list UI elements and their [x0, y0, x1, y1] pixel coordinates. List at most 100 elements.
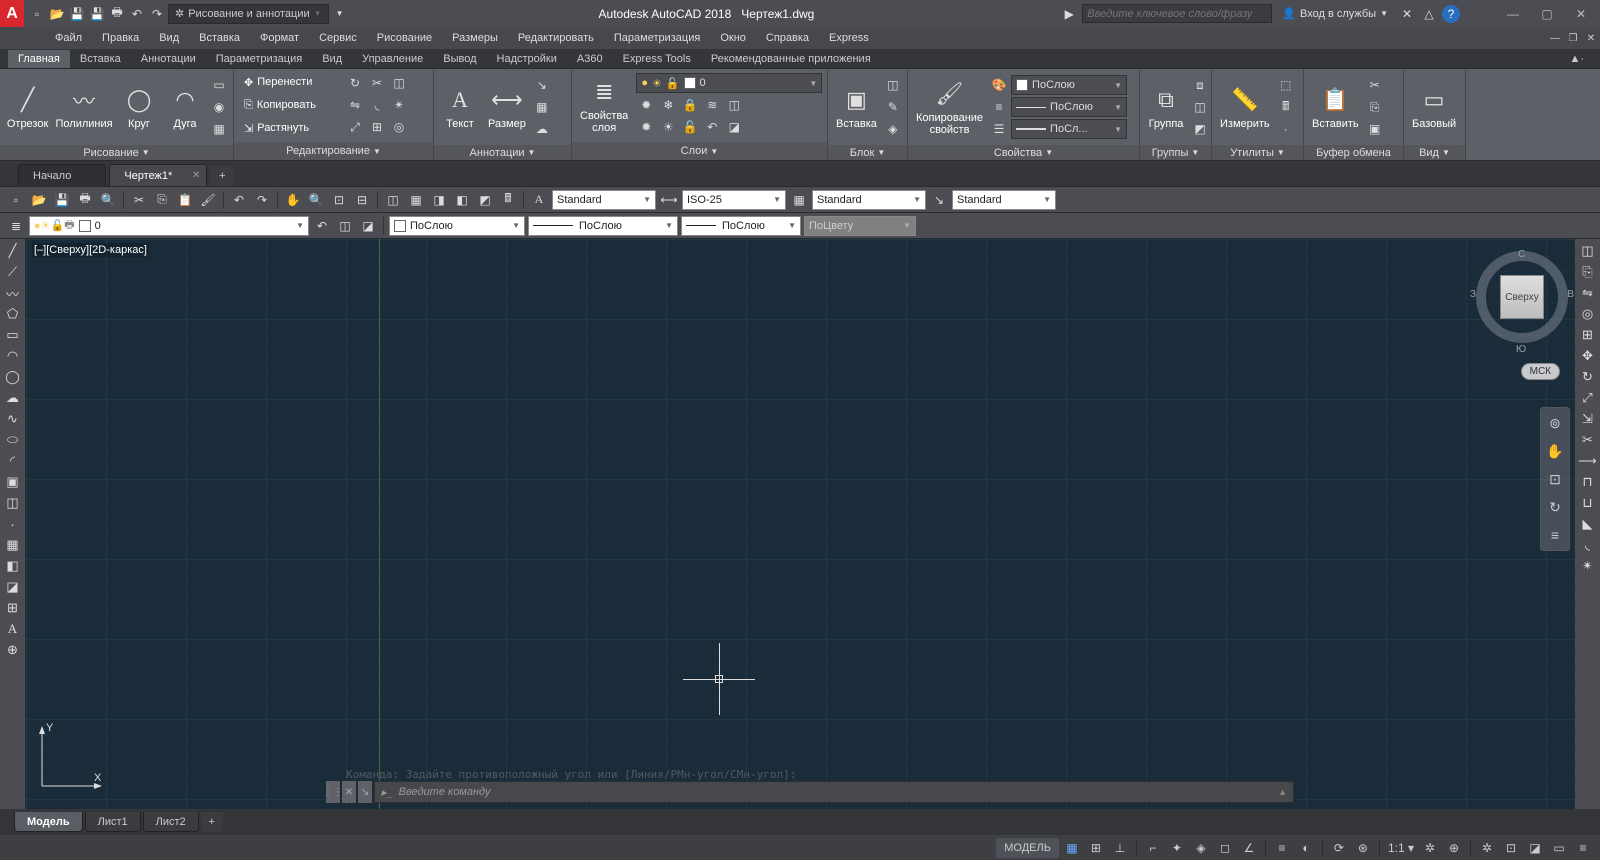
- cmd-recent-icon[interactable]: ↘: [358, 781, 372, 803]
- offset-icon[interactable]: ◎: [1578, 304, 1598, 324]
- hatch-icon[interactable]: ▦: [3, 535, 23, 555]
- group-edit-icon[interactable]: ◫: [1190, 97, 1210, 117]
- table-icon[interactable]: ▦: [532, 97, 552, 117]
- menu-insert[interactable]: Вставка: [189, 27, 250, 49]
- minimize-button[interactable]: —: [1498, 4, 1528, 24]
- zoom-icon[interactable]: 🔍: [306, 190, 326, 210]
- a360-icon[interactable]: △: [1420, 5, 1438, 23]
- rectangle-icon[interactable]: ▭: [209, 75, 229, 95]
- line-button[interactable]: ╱Отрезок: [4, 71, 51, 143]
- list-icon[interactable]: ☰: [989, 119, 1009, 139]
- pan-icon[interactable]: ✋: [1544, 440, 1566, 462]
- new-icon[interactable]: ▫: [6, 190, 26, 210]
- create-block-icon[interactable]: ◫: [883, 75, 903, 95]
- lt-icon[interactable]: ≡: [989, 97, 1009, 117]
- cloud-icon[interactable]: ☁: [532, 119, 552, 139]
- select-icon[interactable]: ⬚: [1276, 75, 1296, 95]
- rect-icon[interactable]: ▭: [3, 325, 23, 345]
- plot-icon[interactable]: 🖶: [108, 5, 126, 23]
- scale-icon[interactable]: ⤢: [1578, 388, 1598, 408]
- panel-props-title[interactable]: Свойства▼: [908, 145, 1139, 160]
- annoauto-icon[interactable]: ⊕: [1443, 838, 1465, 858]
- panel-groups-title[interactable]: Группы▼: [1140, 145, 1211, 160]
- ribbon-collapse[interactable]: ▲·: [1559, 50, 1594, 68]
- move-button[interactable]: ✥Перенести: [240, 71, 316, 93]
- menu-view[interactable]: Вид: [149, 27, 189, 49]
- copy-icon[interactable]: ⎘: [1578, 262, 1598, 282]
- layer-on-icon[interactable]: ✹: [636, 117, 656, 137]
- mdi-minimize[interactable]: —: [1546, 29, 1564, 47]
- point-icon[interactable]: ·: [3, 514, 23, 534]
- dimstyle-icon[interactable]: ⟷: [659, 190, 679, 210]
- panel-layers-title[interactable]: Слои▼: [572, 142, 827, 160]
- new-icon[interactable]: ▫: [28, 5, 46, 23]
- mdi-close[interactable]: ✕: [1582, 29, 1600, 47]
- layer-prev-icon[interactable]: ↶: [312, 216, 332, 236]
- region-icon[interactable]: ◪: [3, 577, 23, 597]
- tab-view[interactable]: Вид: [312, 50, 352, 68]
- custom-icon[interactable]: ≡: [1572, 838, 1594, 858]
- extend-icon[interactable]: ⟶: [1578, 451, 1598, 471]
- search-go-icon[interactable]: ▶: [1060, 5, 1078, 23]
- infocenter-search[interactable]: [1082, 4, 1272, 23]
- close-button[interactable]: ✕: [1566, 4, 1596, 24]
- zoomp-icon[interactable]: ⊟: [352, 190, 372, 210]
- open-icon[interactable]: 📂: [48, 5, 66, 23]
- exchange-icon[interactable]: ✕: [1398, 5, 1416, 23]
- layer-iso-icon[interactable]: ◪: [358, 216, 378, 236]
- move-icon[interactable]: ✥: [1578, 346, 1598, 366]
- command-input[interactable]: ▸_ Введите команду ▲: [374, 781, 1294, 803]
- redo-icon[interactable]: ↷: [148, 5, 166, 23]
- text-button[interactable]: AТекст: [438, 71, 482, 143]
- mleader-icon[interactable]: ↘: [929, 190, 949, 210]
- layer-iso-icon[interactable]: ◫: [724, 95, 744, 115]
- polar-icon[interactable]: ✦: [1166, 838, 1188, 858]
- help-icon[interactable]: ?: [1442, 5, 1460, 23]
- calc-icon[interactable]: 🖩: [1276, 97, 1296, 117]
- join-icon[interactable]: ⊔: [1578, 493, 1598, 513]
- lineweight-combo[interactable]: ПоСл...▼: [1011, 119, 1127, 139]
- menu-draw[interactable]: Рисование: [367, 27, 442, 49]
- workspace-selector[interactable]: ✲ Рисование и аннотации ▼: [168, 4, 329, 24]
- layer-freeze-icon[interactable]: ❄: [658, 95, 678, 115]
- plot-icon[interactable]: 🖶: [75, 190, 95, 210]
- lineweight-combo2[interactable]: ПоСлою▼: [681, 216, 801, 236]
- filetab-doc[interactable]: Чертеж1*✕: [109, 164, 207, 186]
- paste-button[interactable]: 📋Вставить: [1308, 71, 1363, 143]
- arc-button[interactable]: ◠Дуга: [163, 71, 207, 143]
- snap-icon[interactable]: ⊞: [1085, 838, 1107, 858]
- copy-button[interactable]: ⎘Копировать: [240, 94, 320, 116]
- revcloud-icon[interactable]: ☁: [3, 388, 23, 408]
- menu-modify[interactable]: Редактировать: [508, 27, 604, 49]
- viewport-controls[interactable]: [–][Сверху][2D-каркас]: [32, 243, 149, 257]
- preview-icon[interactable]: 🔍: [98, 190, 118, 210]
- redo-icon[interactable]: ↷: [252, 190, 272, 210]
- ssm-icon[interactable]: ◧: [452, 190, 472, 210]
- trim-icon[interactable]: ✂: [1578, 430, 1598, 450]
- fillet-icon[interactable]: ◟: [367, 95, 387, 115]
- annovisible-icon[interactable]: ✲: [1419, 838, 1441, 858]
- scale-icon[interactable]: ⤢: [345, 117, 365, 137]
- chamfer-icon[interactable]: ◣: [1578, 514, 1598, 534]
- menu-tools[interactable]: Сервис: [309, 27, 367, 49]
- wcs-badge[interactable]: МСК: [1521, 363, 1560, 380]
- cut-icon[interactable]: ✂: [1365, 75, 1385, 95]
- linetype-combo2[interactable]: ПоСлою▼: [528, 216, 678, 236]
- hwaccel-icon[interactable]: ⊡: [1500, 838, 1522, 858]
- layer-combo2[interactable]: ●☀🔓🖶 0▼: [29, 216, 309, 236]
- xline-icon[interactable]: ⟋: [3, 262, 23, 282]
- layer-uniso-icon[interactable]: ◪: [724, 117, 744, 137]
- pan-icon[interactable]: ✋: [283, 190, 303, 210]
- tab-parametric[interactable]: Параметризация: [206, 50, 312, 68]
- menu-parametric[interactable]: Параметризация: [604, 27, 710, 49]
- measure-button[interactable]: 📏Измерить: [1216, 71, 1274, 143]
- layout-sheet1[interactable]: Лист1: [85, 812, 141, 832]
- erase-icon[interactable]: ◫: [389, 73, 409, 93]
- insert-block-button[interactable]: ▣Вставка: [832, 71, 881, 143]
- erase-icon[interactable]: ◫: [1578, 241, 1598, 261]
- cmd-handle[interactable]: ⋮⋮: [326, 781, 340, 803]
- array-icon[interactable]: ⊞: [367, 117, 387, 137]
- gradient-icon[interactable]: ◧: [3, 556, 23, 576]
- array-icon[interactable]: ⊞: [1578, 325, 1598, 345]
- menu-help[interactable]: Справка: [756, 27, 819, 49]
